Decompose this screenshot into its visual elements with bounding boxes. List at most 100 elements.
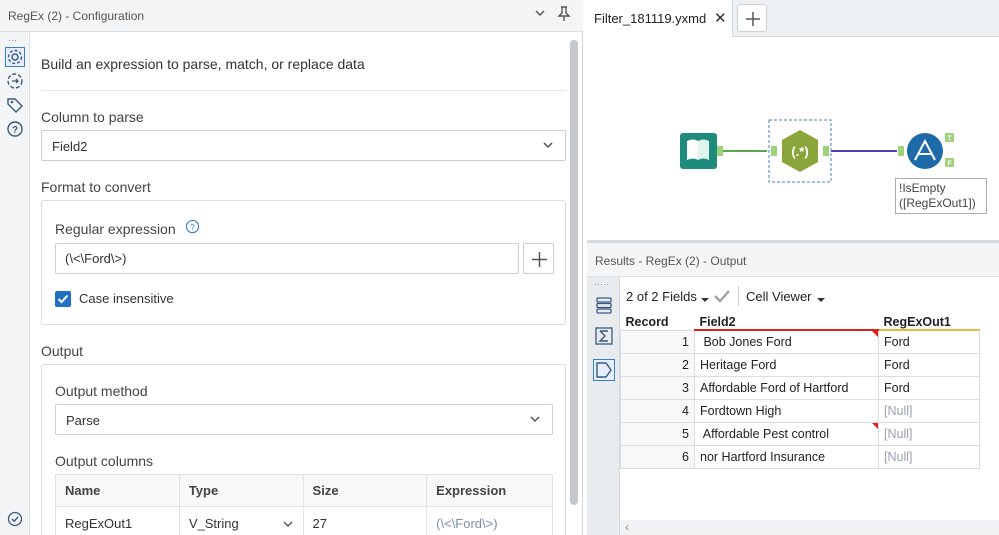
record-cell[interactable]: 2 (620, 352, 695, 377)
field2-cell[interactable]: nor Hartford Insurance (694, 444, 879, 469)
table-row: RegExOut1 V_String 27 (\<\Ford\>) (55, 506, 553, 535)
field2-cell[interactable]: Heritage Ford (694, 352, 879, 377)
field2-value: Affordable Ford of Hartford (700, 380, 849, 395)
column-to-parse-value: Field2 (52, 139, 88, 154)
false-output-label: F (947, 161, 952, 168)
record-cell[interactable]: 6 (620, 444, 695, 469)
help-icon[interactable]: ? (185, 219, 200, 237)
collapse-chevron-icon[interactable] (531, 6, 549, 24)
table-row[interactable]: 3 Affordable Ford of Hartford Ford (620, 375, 980, 400)
output-label: Output (41, 343, 84, 359)
svg-text:?: ? (190, 222, 195, 232)
record-cell[interactable]: 3 (620, 375, 695, 400)
cell-viewer-dropdown-icon[interactable] (816, 292, 826, 307)
table-row[interactable]: 2 Heritage Ford Ford (620, 352, 980, 377)
case-insensitive-checkbox[interactable] (55, 291, 71, 307)
pin-icon[interactable] (555, 6, 573, 24)
summary-sigma-icon[interactable] (594, 326, 614, 346)
field2-cell[interactable]: Fordtown High (694, 398, 879, 423)
filter-tool[interactable]: T F (898, 133, 954, 169)
results-toolbar: 2 of 2 Fields Cell Viewer (620, 277, 999, 315)
regexout1-cell[interactable]: [Null] (878, 421, 980, 446)
results-horizontal-scrollbar[interactable]: ‹ (620, 520, 999, 535)
record-cell[interactable]: 1 (620, 329, 695, 354)
output-name-cell[interactable]: RegExOut1 (55, 506, 180, 535)
plus-icon (746, 12, 760, 26)
record-cell[interactable]: 5 (620, 421, 695, 446)
regex-tool[interactable]: (.*) (771, 130, 829, 172)
output-size-cell[interactable]: 27 (302, 506, 428, 535)
col-header-expression: Expression (426, 474, 553, 507)
output-type-value: V_String (188, 516, 239, 531)
metadata-tag-icon[interactable] (593, 359, 615, 381)
regexout1-cell[interactable]: Ford (878, 375, 980, 400)
output-method-value: Parse (66, 413, 100, 428)
tag-icon[interactable] (6, 96, 24, 114)
regexout1-cell[interactable]: [Null] (878, 444, 980, 469)
col-header-size: Size (302, 474, 428, 507)
field2-cell[interactable]: Bob Jones Ford (694, 329, 879, 354)
add-tab-button[interactable] (737, 4, 767, 32)
config-body: Build an expression to parse, match, or … (30, 32, 570, 535)
results-grid: Record Field2 RegExOut1 1 Bob Jones Ford… (620, 315, 999, 520)
tab-filter-workflow[interactable]: Filter_181119.yxmd ✕ (587, 0, 733, 37)
tab-bar: Filter_181119.yxmd ✕ (587, 0, 999, 37)
header-regexout1[interactable]: RegExOut1 (878, 315, 980, 331)
col-header-name: Name (55, 474, 180, 507)
insert-token-button[interactable] (523, 243, 554, 274)
case-insensitive-label: Case insensitive (79, 291, 174, 306)
output-method-label: Output method (55, 383, 148, 399)
table-row[interactable]: 1 Bob Jones Ford Ford (620, 329, 980, 354)
column-to-parse-dropdown[interactable]: Field2 (41, 130, 566, 161)
format-to-convert-label: Format to convert (41, 179, 151, 195)
apply-check-icon[interactable] (713, 289, 731, 306)
record-cell[interactable]: 4 (620, 398, 695, 423)
regexout1-cell[interactable]: Ford (878, 352, 980, 377)
filter-annotation-line2: ([RegExOut1]) (899, 196, 976, 210)
regular-expression-value: (\<\Ford\>) (65, 251, 127, 266)
regex-tool-label: (.*) (791, 144, 808, 159)
table-row[interactable]: 5 Affordable Pest control [Null] (620, 421, 980, 446)
col-header-type: Type (178, 474, 304, 507)
close-icon[interactable]: ✕ (714, 9, 727, 27)
field2-value: Fordtown High (700, 403, 782, 418)
output-method-dropdown[interactable]: Parse (55, 404, 553, 435)
tab-label: Filter_181119.yxmd (594, 11, 707, 26)
field2-value: nor Hartford Insurance (700, 449, 826, 464)
config-scrollbar[interactable] (570, 40, 578, 505)
table-row[interactable]: 6 nor Hartford Insurance [Null] (620, 444, 980, 469)
help-icon[interactable]: ? (6, 120, 24, 138)
field2-cell[interactable]: Affordable Pest control (694, 421, 879, 446)
fields-dropdown-icon[interactable] (700, 292, 710, 307)
output-type-cell[interactable]: V_String (178, 506, 304, 535)
workflow-canvas[interactable]: Filter_181119.yxmd ✕ (.*) T F !IsEmpty (… (587, 0, 999, 240)
config-title: RegEx (2) - Configuration (8, 9, 145, 23)
drag-dots-icon: ····· (594, 279, 609, 289)
table-view-icon[interactable] (594, 295, 614, 315)
field2-value: Affordable Pest control (700, 426, 830, 441)
whitespace-warning-icon (872, 422, 878, 429)
scroll-left-icon[interactable]: ‹ (625, 520, 629, 534)
divider (41, 90, 566, 91)
check-circle-icon[interactable] (7, 511, 23, 527)
filter-annotation: !IsEmpty ([RegExOut1]) (895, 178, 987, 214)
output-columns-label: Output columns (55, 453, 154, 469)
input-data-tool[interactable] (680, 133, 723, 169)
true-output-label: T (947, 136, 952, 143)
results-panel: Results - RegEx (2) - Output ····· 2 of … (587, 240, 999, 535)
config-side-toolbar: ··· ? (0, 32, 30, 535)
cell-viewer-button[interactable]: Cell Viewer (746, 289, 812, 304)
chevron-down-icon (541, 138, 555, 152)
output-columns-table: Name Type Size Expression RegExOut1 V_St… (55, 474, 553, 535)
regexout1-cell[interactable]: Ford (878, 329, 980, 354)
gear-icon[interactable] (5, 47, 25, 67)
field2-cell[interactable]: Affordable Ford of Hartford (694, 375, 879, 400)
regexout1-cell[interactable]: [Null] (878, 398, 980, 423)
table-row[interactable]: 4 Fordtown High [Null] (620, 398, 980, 423)
header-field2[interactable]: Field2 (694, 315, 879, 331)
regular-expression-input[interactable]: (\<\Ford\>) (55, 243, 519, 274)
connection-progress-icon[interactable] (6, 72, 24, 90)
checkmark-icon (57, 294, 69, 304)
fields-selector[interactable]: 2 of 2 Fields (626, 289, 697, 304)
header-record[interactable]: Record (620, 315, 695, 330)
